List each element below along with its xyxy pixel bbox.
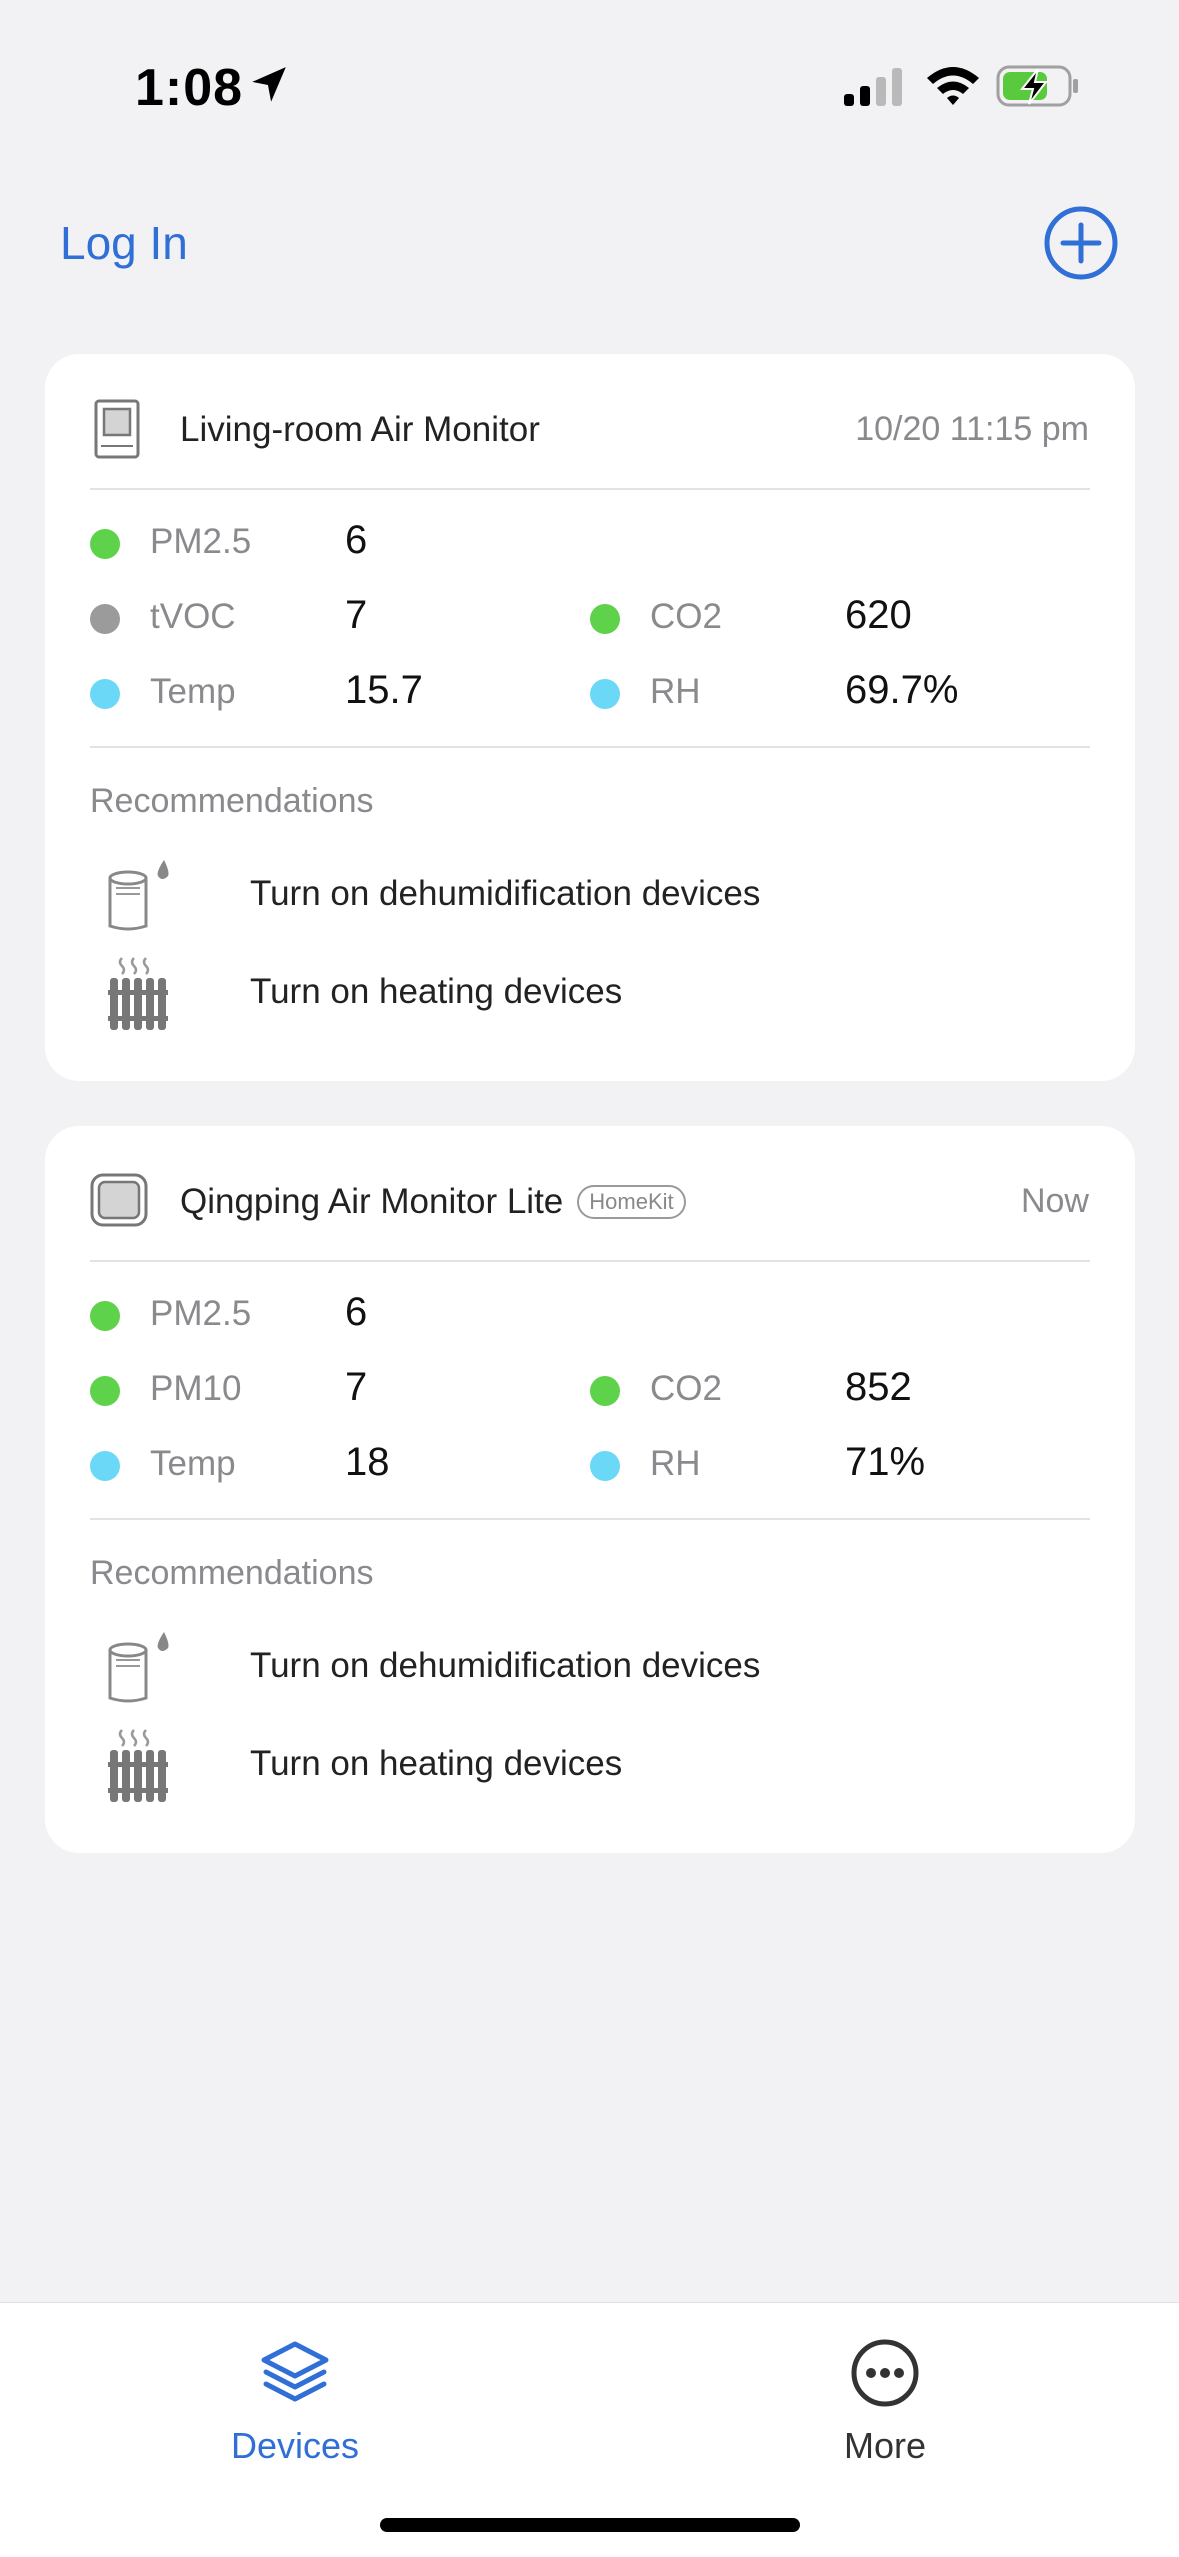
heater-icon (108, 1729, 168, 1802)
metric-value: 15.7 (345, 668, 423, 712)
dehumidifier-icon (108, 860, 169, 931)
last-updated-time: 10/20 11:15 pm (855, 410, 1089, 448)
divider (90, 1518, 1090, 1520)
status-dot (590, 1376, 620, 1406)
divider (90, 488, 1090, 490)
battery-charging-icon (996, 65, 1078, 107)
tab-devices[interactable]: Devices (145, 2303, 445, 2503)
metric-value: 620 (845, 593, 912, 637)
more-ellipsis-icon (851, 2339, 919, 2407)
metric-label: RH (650, 672, 701, 711)
home-indicator (380, 2518, 800, 2532)
cellular-signal-icon (844, 68, 902, 106)
last-updated-time: Now (1020, 1182, 1089, 1220)
device-card[interactable]: Living-room Air Monitor 10/20 11:15 pm P… (45, 354, 1135, 1081)
metric-label: CO2 (650, 597, 722, 636)
recommendation-text: Turn on heating devices (250, 972, 623, 1011)
status-bar: 1:08 (0, 0, 1179, 175)
metric-label: Temp (150, 1444, 236, 1483)
layers-icon (261, 2341, 329, 2402)
recommendation-item: Turn on heating devices (90, 954, 1090, 1034)
air-monitor-lite-icon (90, 1173, 148, 1227)
metric-value: 7 (345, 1365, 368, 1409)
tab-label: More (843, 2425, 927, 2466)
recommendation-text: Turn on heating devices (250, 1744, 623, 1783)
status-dot (90, 1376, 120, 1406)
status-dot (90, 1301, 120, 1331)
dehumidifier-icon (108, 1632, 169, 1703)
metric-value: 69.7% (845, 668, 959, 712)
recommendation-text: Turn on dehumidification devices (250, 1646, 761, 1685)
metric-value: 6 (345, 1290, 368, 1334)
status-time: 1:08 (135, 59, 244, 117)
log-in-button[interactable]: Log In (60, 216, 188, 270)
recommendation-text: Turn on dehumidification devices (250, 874, 761, 913)
device-card[interactable]: Qingping Air Monitor Lite HomeKit Now PM2… (45, 1126, 1135, 1853)
metric-label: CO2 (650, 1369, 722, 1408)
device-name: Living-room Air Monitor (180, 410, 540, 449)
tab-more[interactable]: More (735, 2303, 1035, 2503)
metric-value: 71% (845, 1440, 926, 1484)
metric-value: 852 (845, 1365, 912, 1409)
divider (90, 746, 1090, 748)
tab-label: Devices (230, 2425, 360, 2466)
status-dot (90, 529, 120, 559)
recommendations-title: Recommendations (90, 1554, 374, 1592)
status-dot (90, 679, 120, 709)
metric-value: 7 (345, 593, 368, 637)
divider (90, 1260, 1090, 1262)
metric-value: 6 (345, 518, 368, 562)
status-dot (90, 604, 120, 634)
metric-value: 18 (345, 1440, 390, 1484)
location-arrow-icon (252, 67, 286, 102)
status-dot (590, 679, 620, 709)
homekit-badge: HomeKit (577, 1185, 686, 1219)
device-name: Qingping Air Monitor Lite HomeKit (180, 1182, 686, 1222)
status-dot (90, 1451, 120, 1481)
status-dot (590, 1451, 620, 1481)
wifi-icon (927, 67, 979, 105)
device-name-text: Qingping Air Monitor Lite (180, 1182, 564, 1221)
heater-icon (108, 957, 168, 1030)
air-monitor-icon (94, 399, 140, 459)
recommendations-title: Recommendations (90, 782, 374, 820)
recommendation-item: Turn on dehumidification devices (90, 1628, 1090, 1708)
metric-label: PM10 (150, 1369, 242, 1408)
metric-label: Temp (150, 672, 236, 711)
metric-label: PM2.5 (150, 522, 252, 561)
metric-label: PM2.5 (150, 1294, 252, 1333)
metric-label: RH (650, 1444, 701, 1483)
recommendation-item: Turn on dehumidification devices (90, 856, 1090, 936)
metric-label: tVOC (150, 597, 236, 636)
add-device-button[interactable] (1044, 206, 1118, 280)
recommendation-item: Turn on heating devices (90, 1726, 1090, 1806)
status-dot (590, 604, 620, 634)
